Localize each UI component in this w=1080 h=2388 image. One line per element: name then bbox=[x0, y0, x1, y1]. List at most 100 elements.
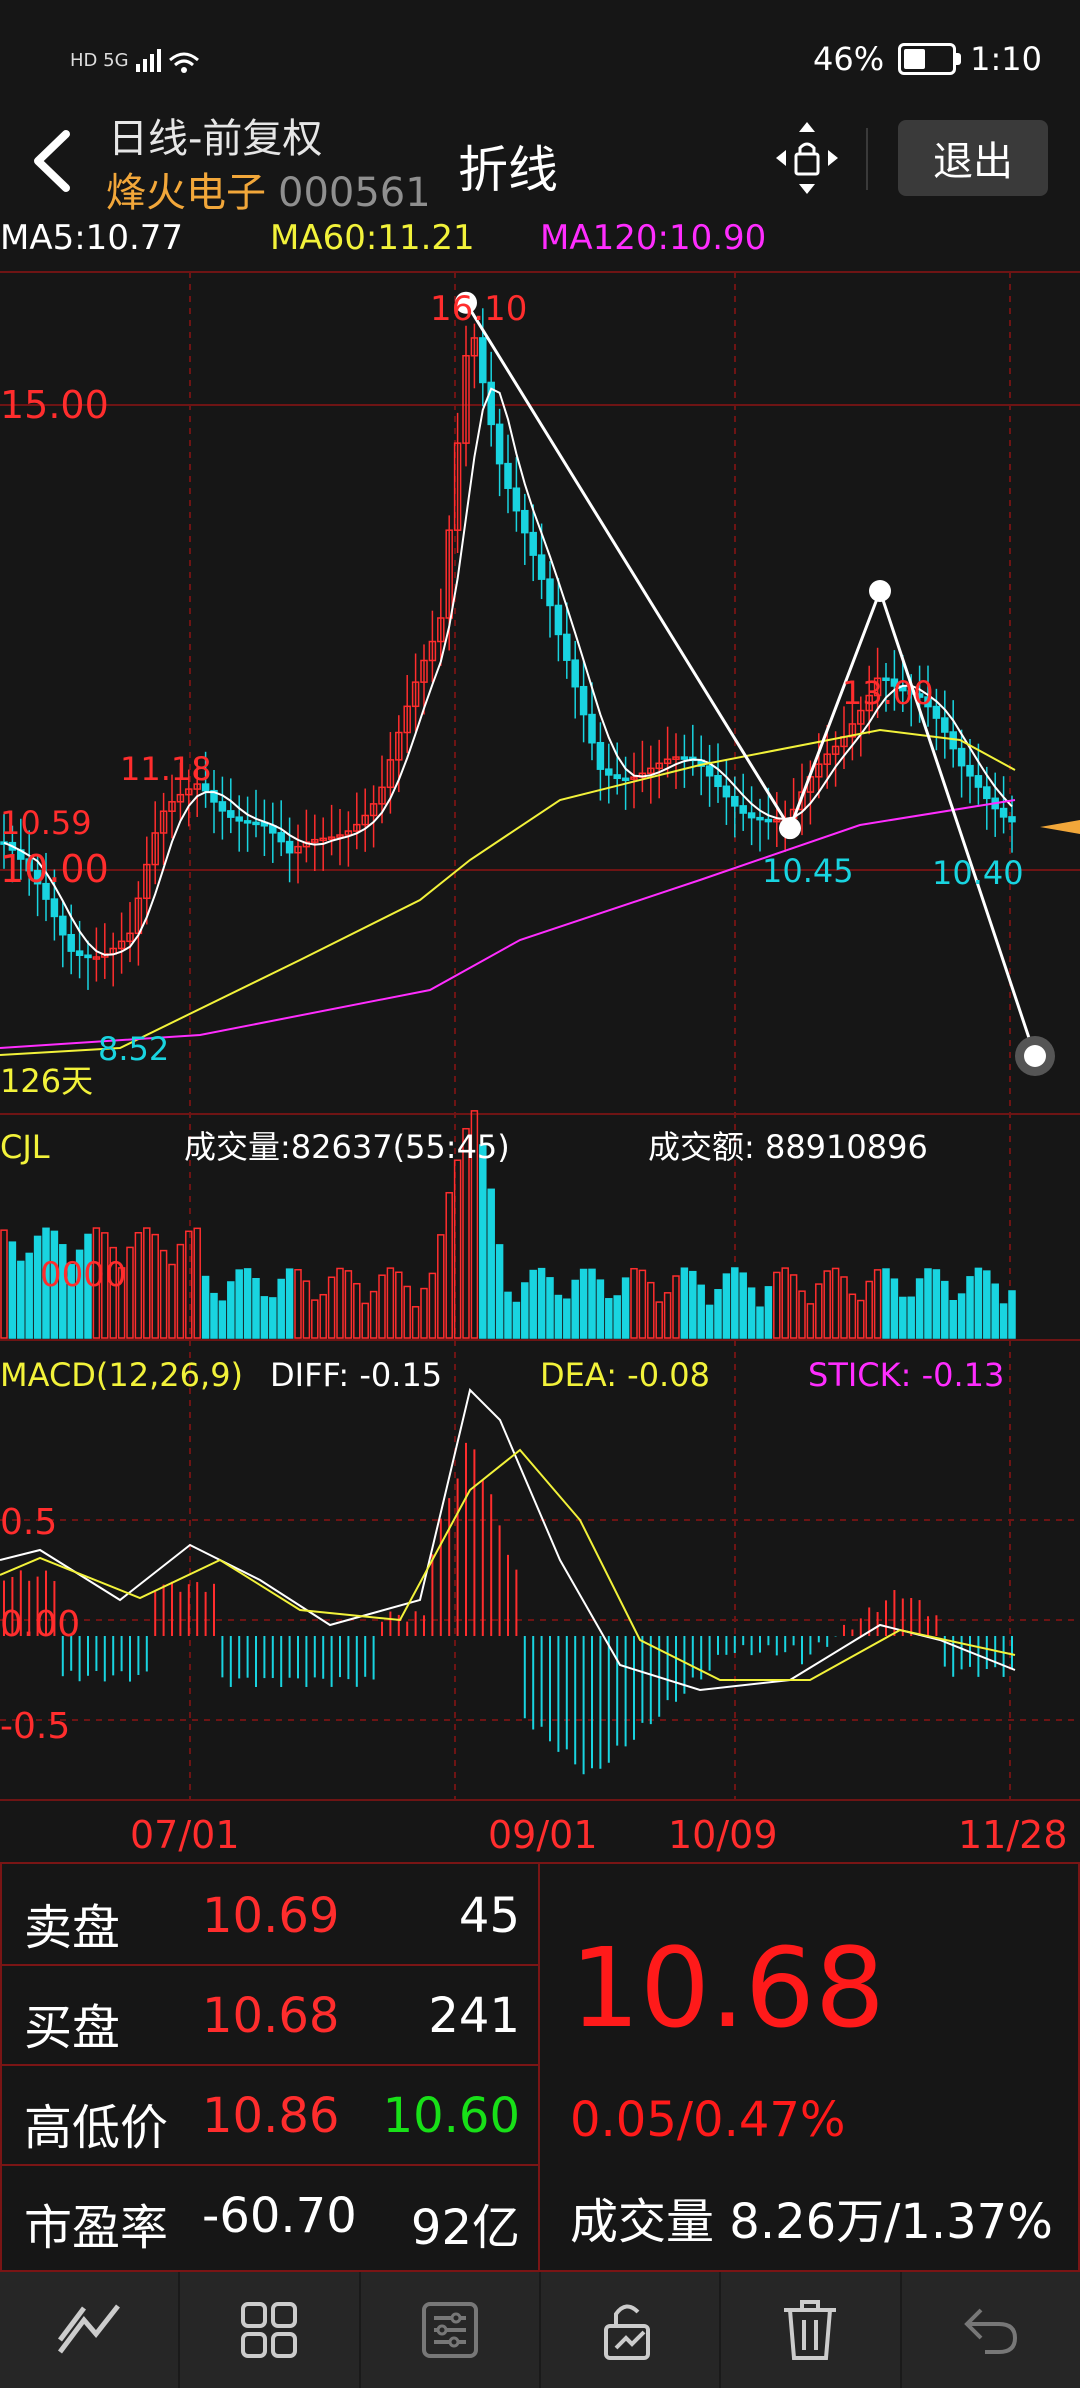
volume-text: 成交量:82637(55:45) bbox=[184, 1128, 510, 1166]
candle-body bbox=[84, 954, 92, 959]
volume-bar bbox=[747, 1287, 756, 1339]
volume-bar bbox=[621, 1277, 630, 1339]
volume-bar bbox=[193, 1227, 201, 1339]
high-value: 10.86 bbox=[202, 2088, 340, 2144]
draw-line-button[interactable] bbox=[0, 2272, 181, 2388]
volume-bar bbox=[655, 1301, 663, 1339]
volume-bar bbox=[907, 1296, 915, 1339]
bottom-toolbar bbox=[0, 2272, 1080, 2388]
volume-bar bbox=[571, 1279, 579, 1339]
sell-row: 卖盘 10.69 45 bbox=[2, 1864, 538, 1966]
undo-icon bbox=[963, 2308, 1017, 2354]
candle-body bbox=[714, 774, 722, 788]
volume-bar bbox=[285, 1268, 294, 1339]
volume-bar bbox=[899, 1296, 907, 1339]
date-label-0701: 07/01 bbox=[130, 1813, 240, 1857]
candle-body bbox=[537, 554, 546, 580]
volume-bar bbox=[126, 1246, 134, 1339]
undo-button[interactable] bbox=[902, 2272, 1080, 2388]
volume-bar bbox=[487, 1188, 495, 1339]
candle-body bbox=[512, 487, 521, 512]
candle-body bbox=[277, 832, 285, 843]
candle-body bbox=[739, 805, 747, 814]
current-price-marker bbox=[1040, 820, 1080, 834]
volume-bar bbox=[563, 1298, 571, 1339]
trendline-path bbox=[464, 301, 1037, 1057]
volume-bar bbox=[168, 1263, 176, 1339]
unlock-icon bbox=[604, 2304, 651, 2360]
volume-bar bbox=[983, 1270, 991, 1339]
candle-body bbox=[932, 705, 941, 719]
volume-bar bbox=[512, 1301, 521, 1339]
volume-bar bbox=[252, 1277, 260, 1339]
candle-body bbox=[621, 777, 630, 782]
pe-value: -60.70 bbox=[202, 2188, 357, 2244]
buy-qty: 241 bbox=[428, 1988, 520, 2044]
candle-body bbox=[722, 785, 731, 798]
sell-qty: 45 bbox=[458, 1888, 520, 1944]
volume-bar bbox=[680, 1267, 689, 1339]
candle-body bbox=[579, 685, 588, 716]
volume-bar bbox=[176, 1243, 185, 1339]
stock-chart[interactable]: 16.10 15.00 10.00 11.18 10.59 8.52 10.45… bbox=[0, 0, 1080, 1862]
volume-indicator-label: CJL bbox=[0, 1128, 50, 1166]
date-label-1009: 10/09 bbox=[668, 1813, 778, 1857]
candle-body bbox=[546, 578, 554, 607]
candle-body bbox=[983, 786, 991, 800]
volume-bar bbox=[638, 1269, 647, 1339]
current-price: 10.68 bbox=[570, 1924, 885, 2052]
candle-body bbox=[50, 898, 59, 918]
unlock-button[interactable] bbox=[541, 2272, 722, 2388]
volume-bar bbox=[915, 1278, 924, 1339]
candle-body bbox=[966, 764, 974, 777]
candle-body bbox=[974, 775, 983, 788]
volume-bar bbox=[1008, 1290, 1016, 1339]
volume-bar bbox=[344, 1270, 353, 1339]
delete-button[interactable] bbox=[721, 2272, 902, 2388]
volume-bar bbox=[395, 1271, 403, 1339]
volume-bar bbox=[319, 1293, 327, 1339]
candle-body bbox=[747, 812, 756, 819]
candle-body bbox=[941, 717, 949, 733]
hilo-row: 高低价 10.86 10.60 bbox=[2, 2064, 538, 2166]
candle-body bbox=[504, 462, 512, 489]
candle-body bbox=[235, 816, 243, 822]
period-days-label: 126天 bbox=[0, 1062, 93, 1100]
volume-bar bbox=[722, 1273, 731, 1339]
macd-diff-label: DIFF: -0.15 bbox=[270, 1356, 442, 1394]
candlesticks bbox=[0, 308, 1016, 990]
volume-bar bbox=[630, 1267, 638, 1339]
local-high-label: 11.18 bbox=[120, 750, 212, 788]
volume-bar bbox=[789, 1274, 798, 1339]
candle-body bbox=[613, 774, 621, 780]
layout-button[interactable] bbox=[180, 2272, 361, 2388]
draw-line-icon bbox=[58, 2304, 121, 2354]
trendline-handle bbox=[869, 580, 891, 602]
candle-body bbox=[529, 531, 537, 556]
start-price-label: 10.59 bbox=[0, 804, 92, 842]
high-price-label: 16.10 bbox=[430, 289, 527, 329]
volume-bar bbox=[428, 1272, 437, 1339]
candle-body bbox=[756, 816, 764, 821]
sell-price: 10.69 bbox=[202, 1888, 340, 1944]
candle-body bbox=[957, 747, 966, 767]
point-1045-label: 10.45 bbox=[762, 852, 854, 890]
volume-bar bbox=[873, 1269, 882, 1339]
trash-icon bbox=[784, 2300, 837, 2360]
volume-bar bbox=[17, 1260, 25, 1339]
low-price-label: 8.52 bbox=[98, 1030, 169, 1068]
macd-y-neg: -0.5 bbox=[0, 1706, 70, 1747]
volume-bar bbox=[554, 1294, 563, 1339]
volume-bar bbox=[529, 1269, 537, 1339]
settings-button[interactable] bbox=[361, 2272, 541, 2388]
macd-label: MACD(12,26,9) bbox=[0, 1356, 243, 1394]
candle-body bbox=[680, 756, 689, 760]
volume-scale-label: 0000 bbox=[40, 1255, 127, 1295]
candle-body bbox=[285, 840, 294, 854]
candle-body bbox=[605, 768, 613, 776]
volume-bar bbox=[302, 1280, 311, 1339]
candle-body bbox=[563, 633, 571, 661]
candle-body bbox=[218, 801, 227, 812]
volume-bar bbox=[386, 1267, 395, 1339]
candle-body bbox=[227, 810, 235, 818]
